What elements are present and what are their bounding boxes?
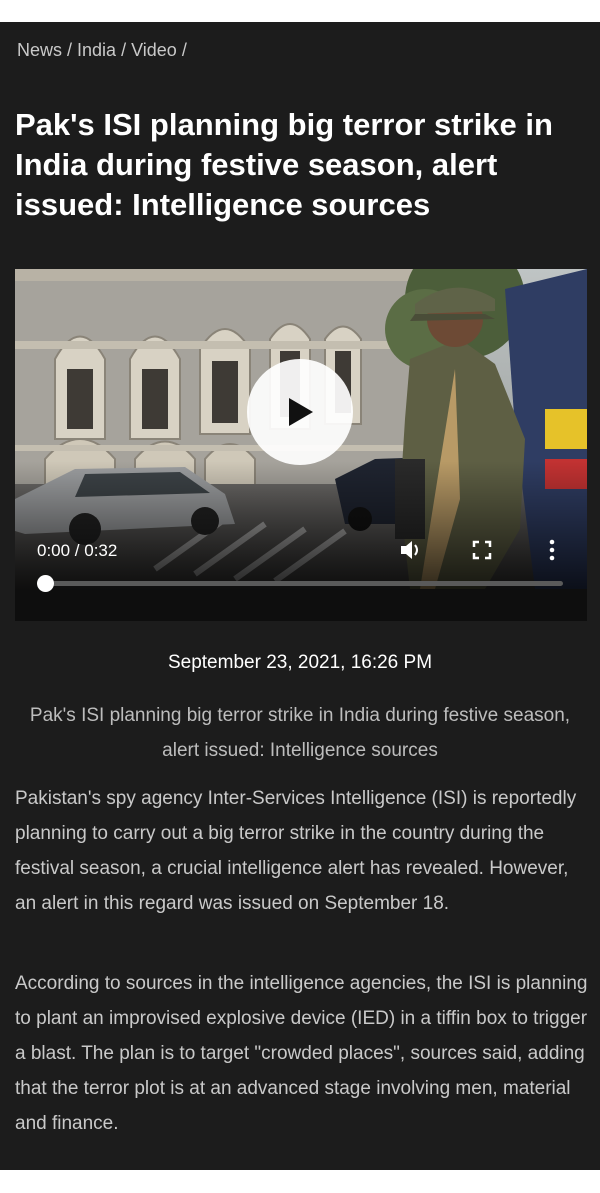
breadcrumb-news[interactable]: News (17, 40, 62, 61)
more-options-button[interactable] (539, 537, 565, 563)
video-caption: Pak's ISI planning big terror strike in … (29, 705, 571, 761)
more-options-icon (549, 539, 555, 561)
play-icon (289, 398, 313, 426)
fullscreen-button[interactable] (469, 537, 495, 563)
breadcrumb-separator: / (67, 40, 73, 60)
video-time-display: 0:00 / 0:32 (37, 541, 118, 560)
breadcrumb-india[interactable]: India (77, 40, 116, 61)
article-dateline: September 23, 2021, 16:26 PM (167, 652, 433, 673)
article-paragraph: Pakistan's spy agency Inter-Services Int… (15, 788, 577, 914)
video-player[interactable]: 0:00 / 0:32 (15, 269, 587, 621)
breadcrumb-separator: / (181, 40, 187, 60)
volume-button[interactable] (398, 537, 424, 563)
video-progress-bar[interactable] (37, 575, 563, 592)
breadcrumb-video[interactable]: Video (131, 40, 177, 61)
article-page: News / India / Video / Pak's ISI plannin… (0, 22, 600, 1170)
play-button[interactable] (247, 359, 353, 465)
video-progress-thumb[interactable] (37, 575, 54, 592)
volume-icon (401, 541, 418, 559)
breadcrumb-separator: / (121, 40, 127, 60)
fullscreen-icon (472, 540, 492, 560)
article-paragraph: According to sources in the intelligence… (15, 973, 588, 1134)
article-headline: Pak's ISI planning big terror strike in … (15, 107, 553, 222)
breadcrumb: News / India / Video / (17, 40, 192, 61)
